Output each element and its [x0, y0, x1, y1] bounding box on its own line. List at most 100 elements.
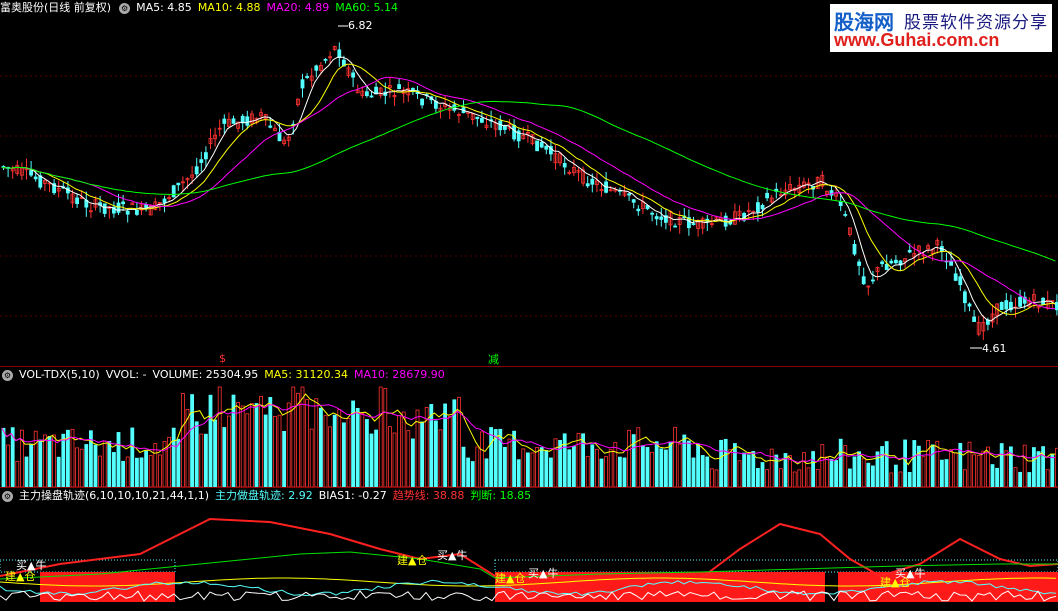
- volume-bar: [645, 446, 650, 487]
- volume-bar: [1027, 472, 1032, 487]
- volume-bar: [33, 430, 38, 487]
- volume-bar: [144, 450, 149, 487]
- candle-body: [861, 276, 866, 285]
- candle-body: [650, 212, 654, 215]
- volume-bar: [894, 464, 898, 487]
- volume-bar: [125, 456, 130, 487]
- volume-chart[interactable]: [0, 383, 1058, 487]
- volume-bar: [190, 394, 195, 487]
- volume-bar: [295, 392, 300, 487]
- volume-bar: [595, 448, 599, 487]
- volume-bar: [733, 443, 737, 487]
- volume-bar: [121, 460, 125, 487]
- volume-bar: [871, 465, 875, 487]
- volume-bar: [43, 434, 47, 487]
- volume-bar: [470, 461, 475, 487]
- volume-bar: [277, 414, 282, 487]
- candle-body: [535, 140, 539, 152]
- volume-bar: [397, 415, 402, 487]
- volume-bar: [282, 430, 287, 487]
- candle-body: [894, 259, 898, 264]
- volume-bar: [208, 394, 213, 487]
- candle-body: [420, 98, 425, 106]
- vvol-label: VVOL: -: [105, 368, 147, 381]
- volume-bar: [921, 456, 926, 487]
- volume-bar: [765, 469, 769, 487]
- volume-bar: [576, 432, 581, 487]
- vol-ma10-label: MA10: 28679.90: [353, 368, 445, 381]
- candle-body: [116, 202, 121, 213]
- candle-body: [760, 204, 765, 210]
- candle-body: [231, 118, 236, 124]
- volume-bar: [116, 432, 121, 487]
- candle-body: [590, 178, 595, 185]
- candle-body: [337, 49, 342, 58]
- trend-label: 趋势线: 38.88: [392, 489, 465, 502]
- position-block: [40, 572, 175, 602]
- volume-bar: [1004, 450, 1009, 487]
- candle-body: [397, 84, 402, 90]
- volume-bar: [746, 454, 751, 487]
- volume-bar: [613, 442, 618, 487]
- volume-bar: [972, 454, 976, 487]
- candle-body: [967, 303, 972, 307]
- bias-label: BIAS1: -0.27: [318, 489, 387, 502]
- volume-bar: [300, 386, 305, 487]
- volume-bar: [995, 467, 999, 487]
- volume-bar: [102, 440, 107, 487]
- volume-bar: [1045, 469, 1050, 487]
- volume-bar: [590, 444, 595, 487]
- volume-bar: [507, 438, 512, 487]
- settings-icon[interactable]: ⚙: [2, 490, 13, 502]
- candle-body: [203, 152, 208, 160]
- volume-bar: [751, 451, 756, 487]
- volume-bar: [641, 445, 645, 487]
- candle-body: [673, 225, 677, 228]
- volume-bar: [949, 449, 953, 487]
- volume-bar: [907, 471, 912, 487]
- volume-bar: [696, 443, 700, 487]
- candlestick-chart[interactable]: [0, 16, 1058, 366]
- volume-bar: [29, 443, 34, 487]
- candle-body: [162, 198, 167, 204]
- watermark-url: www.Guhai.com.cn: [834, 30, 1000, 50]
- volume-bar: [553, 438, 558, 487]
- candle-body: [843, 214, 848, 216]
- volume-bar: [944, 459, 949, 487]
- volume-bar: [981, 450, 986, 487]
- candle-body: [756, 202, 760, 213]
- volume-bar: [829, 458, 834, 487]
- volume-bar: [433, 420, 438, 487]
- volume-bar: [673, 426, 677, 487]
- volume-bar: [967, 441, 972, 487]
- volume-bar: [705, 456, 710, 487]
- candle-body: [953, 273, 958, 281]
- volume-bar: [134, 457, 139, 487]
- volume-bar: [884, 441, 889, 487]
- volume-bar: [479, 431, 484, 487]
- volume-bar: [245, 413, 250, 487]
- volume-bar: [337, 409, 342, 487]
- volume-bar: [286, 402, 291, 487]
- volume-bar: [677, 443, 682, 487]
- candle-body: [171, 185, 176, 198]
- candle-body: [300, 79, 305, 89]
- volume-bar: [760, 462, 765, 487]
- volume-bar: [157, 454, 162, 487]
- indicator-chart[interactable]: [0, 504, 1058, 611]
- volume-bar: [654, 441, 659, 487]
- vol-ma5-label: MA5: 31120.34: [264, 368, 348, 381]
- buy-mark-2: 买▲牛: [437, 549, 468, 562]
- volume-bar: [889, 472, 894, 487]
- candle-body: [963, 291, 967, 304]
- settings-icon[interactable]: ⚙: [2, 369, 13, 381]
- volume-bar: [806, 467, 811, 487]
- volume-bar: [866, 462, 871, 487]
- volume-bar: [309, 428, 314, 487]
- volume-bar: [171, 427, 176, 487]
- volume-bar: [383, 388, 388, 487]
- settings-icon[interactable]: ⚙: [119, 2, 131, 14]
- volume-bar: [438, 429, 443, 487]
- volume-bar: [323, 415, 328, 487]
- volume-bar: [443, 403, 448, 487]
